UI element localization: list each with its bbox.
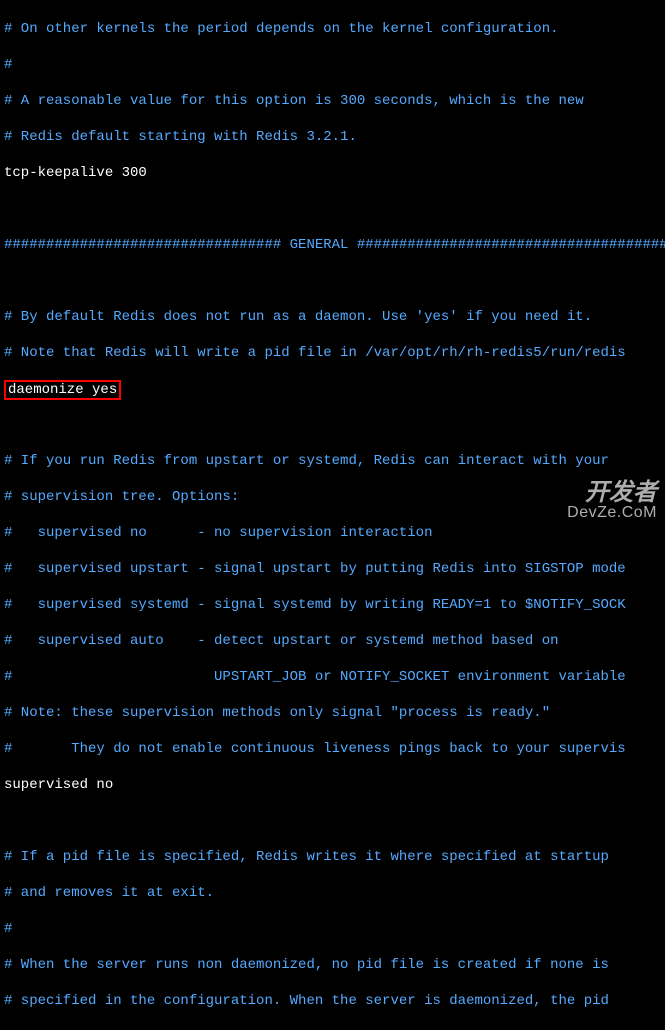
comment-line: # supervised auto - detect upstart or sy… [4,632,661,650]
comment-line: # and removes it at exit. [4,884,661,902]
comment-line: # A reasonable value for this option is … [4,92,661,110]
config-file-view: # On other kernels the period depends on… [0,0,665,1030]
comment-line: # If a pid file is specified, Redis writ… [4,848,661,866]
comment-line: # supervised systemd - signal systemd by… [4,596,661,614]
config-supervised: supervised no [4,776,661,794]
comment-line: # On other kernels the period depends on… [4,20,661,38]
comment-line: # supervised upstart - signal upstart by… [4,560,661,578]
comment-line: # Note: these supervision methods only s… [4,704,661,722]
highlight-daemonize: daemonize yes [4,380,121,400]
comment-line: # Redis default starting with Redis 3.2.… [4,128,661,146]
blank-line [4,416,661,434]
config-daemonize-row: daemonize yes [4,380,661,398]
comment-line: # supervision tree. Options: [4,488,661,506]
section-header-general: ################################# GENERA… [4,236,661,254]
comment-line: # specified in the configuration. When t… [4,992,661,1010]
comment-line: # Note that Redis will write a pid file … [4,344,661,362]
comment-line: # supervised no - no supervision interac… [4,524,661,542]
blank-line [4,272,661,290]
comment-line: # [4,56,661,74]
comment-line: # When the server runs non daemonized, n… [4,956,661,974]
comment-line: # They do not enable continuous liveness… [4,740,661,758]
comment-line: # By default Redis does not run as a dae… [4,308,661,326]
blank-line [4,812,661,830]
comment-line: # [4,920,661,938]
config-tcp-keepalive: tcp-keepalive 300 [4,164,661,182]
comment-line: # If you run Redis from upstart or syste… [4,452,661,470]
blank-line [4,200,661,218]
comment-line: # UPSTART_JOB or NOTIFY_SOCKET environme… [4,668,661,686]
